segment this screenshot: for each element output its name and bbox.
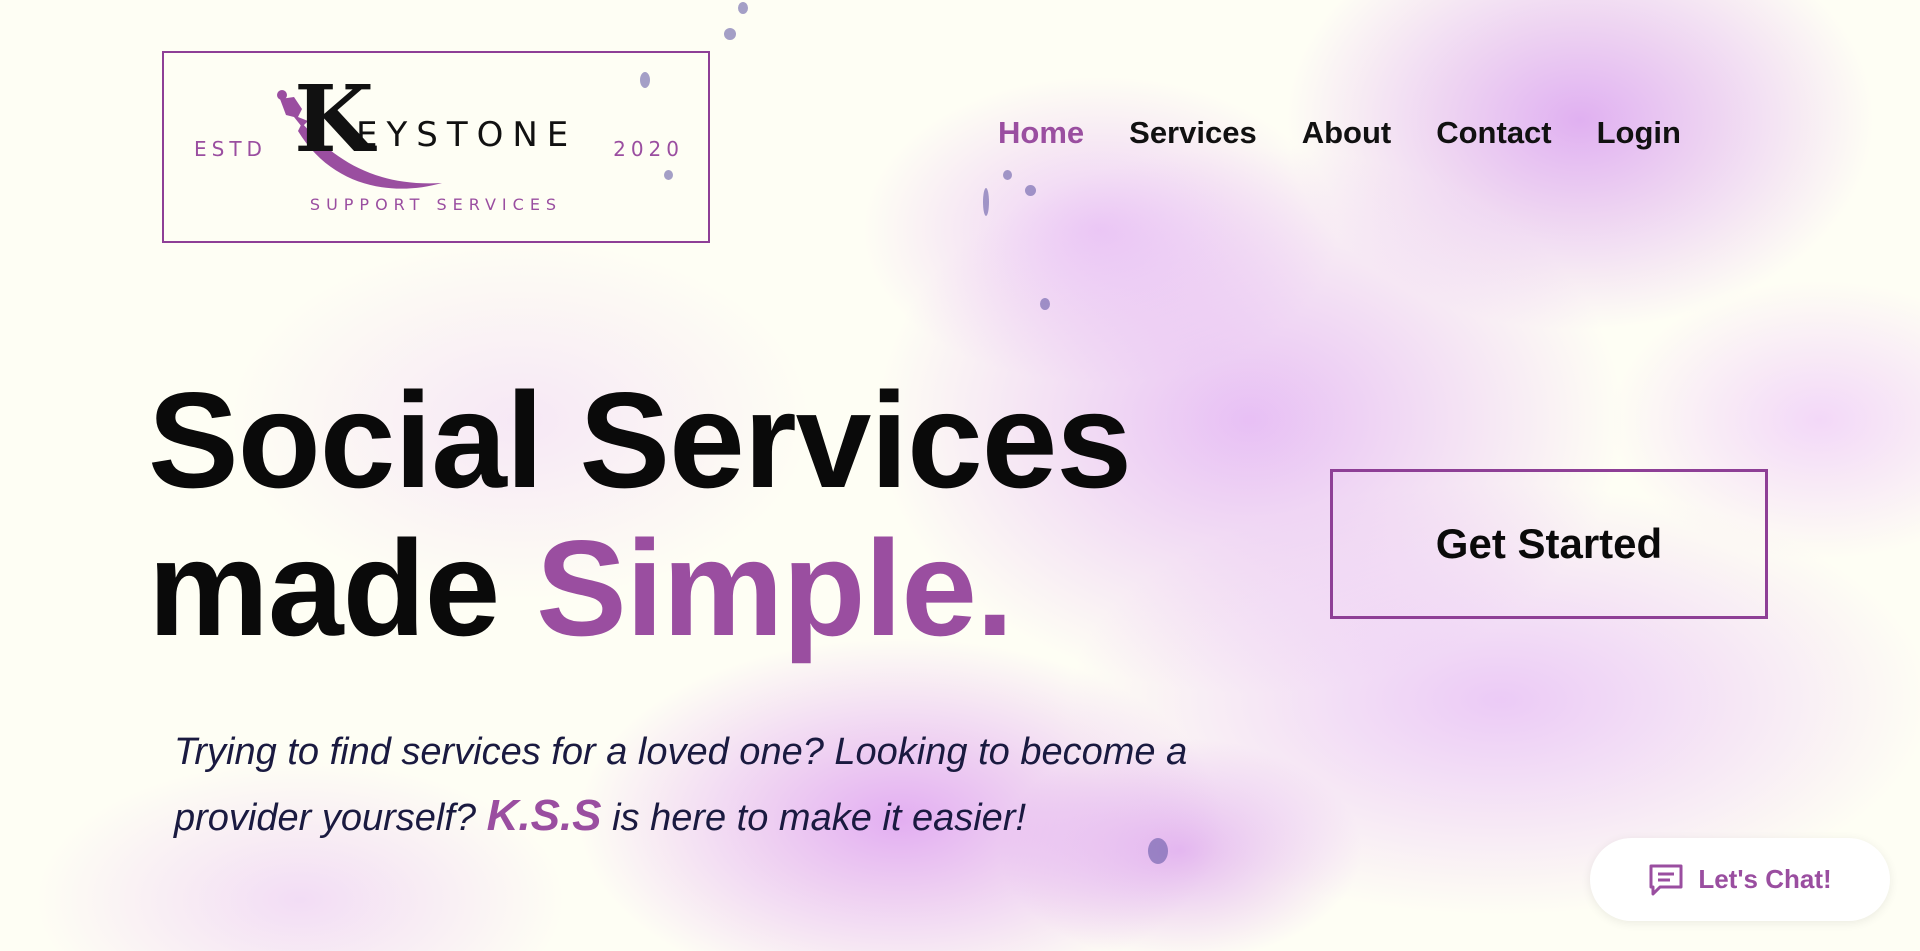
nav-item-contact[interactable]: Contact: [1436, 115, 1551, 151]
hero-title-accent: Simple.: [536, 512, 1014, 664]
main-nav: Home Services About Contact Login: [998, 115, 1726, 151]
hero-title-line2: made Simple.: [148, 520, 1014, 656]
logo-wordmark: EYSTONE: [356, 115, 578, 155]
get-started-button[interactable]: Get Started: [1330, 469, 1768, 619]
site-logo[interactable]: ESTD K EYSTONE 2020 SUPPORT SERVICES: [162, 51, 710, 243]
logo-year-text: 2020: [613, 137, 684, 161]
hero-title-line1: Social Services: [148, 364, 1132, 516]
logo-estd-text: ESTD: [194, 137, 267, 161]
ink-speck: [1003, 170, 1012, 180]
nav-item-login[interactable]: Login: [1597, 115, 1681, 151]
logo-subtitle: SUPPORT SERVICES: [309, 195, 563, 214]
chat-label: Let's Chat!: [1698, 864, 1832, 894]
ink-speck: [983, 188, 989, 216]
ink-speck: [724, 28, 736, 40]
chat-bubble-icon: [1649, 864, 1683, 895]
page: ESTD K EYSTONE 2020 SUPPORT SERVICES Hom…: [0, 0, 1920, 951]
nav-item-about[interactable]: About: [1302, 115, 1392, 151]
tagline-text-part2: is here to make it easier!: [601, 797, 1027, 839]
hero-tagline: Trying to find services for a loved one?…: [174, 720, 1324, 850]
ink-speck: [738, 2, 748, 14]
tagline-brand: K.S.S: [486, 791, 602, 840]
lets-chat-button[interactable]: Let's Chat!: [1590, 838, 1890, 921]
nav-item-home[interactable]: Home: [998, 115, 1084, 151]
ink-speck: [1025, 185, 1036, 196]
ink-speck: [1040, 298, 1050, 310]
hero-title-prefix: made: [148, 512, 537, 664]
nav-item-services[interactable]: Services: [1129, 115, 1257, 151]
